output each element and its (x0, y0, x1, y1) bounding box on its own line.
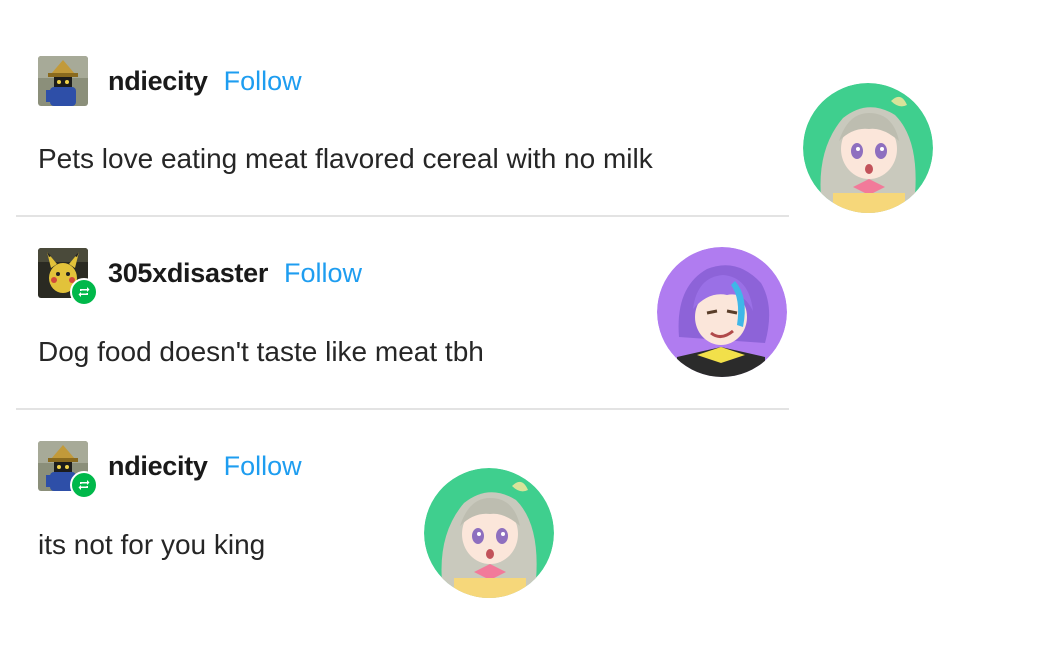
post-3: ndiecity Follow its not for you king (0, 410, 790, 648)
avatar[interactable] (38, 441, 98, 499)
follow-button[interactable]: Follow (224, 66, 302, 97)
avatar[interactable] (38, 56, 88, 106)
post-1: ndiecity Follow Pets love eating meat fl… (0, 0, 790, 216)
reblog-icon (70, 278, 98, 306)
post-text: Pets love eating meat flavored cereal wi… (38, 143, 653, 174)
anime-girl-green-sticker-icon (803, 83, 933, 213)
post-text: its not for you king (38, 529, 266, 560)
post-header: ndiecity Follow (38, 440, 302, 499)
follow-button[interactable]: Follow (284, 258, 362, 289)
avatar[interactable] (38, 248, 98, 306)
black-mage-avatar-icon (38, 56, 88, 106)
anime-boy-purple-sticker-icon (657, 247, 787, 377)
post-header: 305xdisaster Follow (38, 247, 362, 306)
post-text: Dog food doesn't taste like meat tbh (38, 336, 484, 367)
follow-button[interactable]: Follow (224, 451, 302, 482)
reblog-icon (70, 471, 98, 499)
post-header: ndiecity Follow (38, 55, 302, 107)
username[interactable]: ndiecity (108, 451, 208, 482)
username[interactable]: 305xdisaster (108, 258, 268, 289)
anime-girl-green-sticker-icon (424, 468, 554, 598)
username[interactable]: ndiecity (108, 66, 208, 97)
